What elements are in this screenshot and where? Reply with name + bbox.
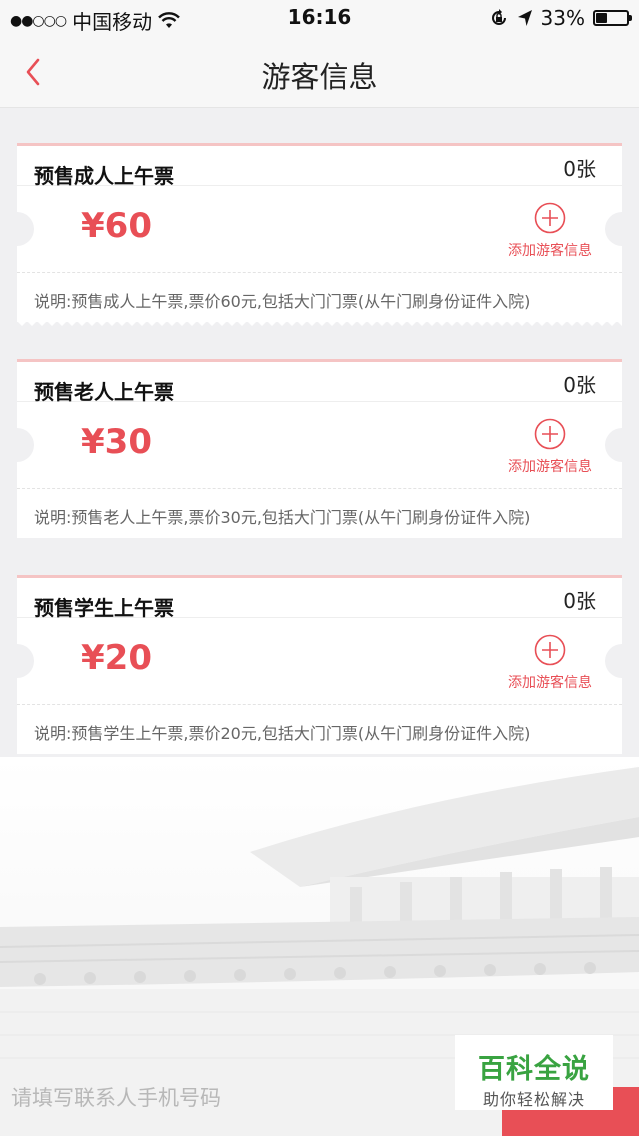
ticket-header: 预售老人上午票 0张 — [17, 362, 622, 404]
ticket-price: ¥60 — [81, 206, 152, 246]
battery-icon — [593, 10, 632, 26]
ticket-body: ¥60 添加游客信息 — [0, 186, 639, 273]
add-visitor-button[interactable]: 添加游客信息 — [500, 634, 600, 692]
ticket-notch — [605, 644, 639, 678]
ticket-name: 预售学生上午票 — [34, 596, 174, 620]
rotation-lock-icon — [491, 9, 506, 25]
watermark-title: 百科全说 — [478, 1054, 590, 1085]
add-visitor-button[interactable]: 添加游客信息 — [500, 202, 600, 260]
ticket-card-student: 预售学生上午票 0张 ¥20 添加游客信息 说明:预售学生上午票,票价20元,包… — [0, 575, 639, 754]
ticket-price: ¥20 — [81, 638, 152, 678]
add-visitor-label: 添加游客信息 — [508, 243, 592, 259]
ticket-notch — [605, 212, 639, 246]
ticket-body: ¥30 添加游客信息 — [0, 402, 639, 489]
ticket-count: 0张 — [563, 589, 596, 613]
ticket-price: ¥30 — [81, 422, 152, 462]
plus-circle-icon — [534, 418, 566, 450]
ticket-header: 预售成人上午票 0张 — [17, 146, 622, 188]
plus-circle-icon — [534, 634, 566, 666]
add-visitor-label: 添加游客信息 — [508, 459, 592, 475]
location-arrow-icon — [517, 10, 532, 26]
watermark-subtitle: 助你轻松解决 — [482, 1090, 585, 1109]
ticket-description: 说明:预售学生上午票,票价20元,包括大门门票(从午门刷身份证件入院) — [34, 724, 531, 743]
contact-phone-input[interactable] — [0, 1070, 500, 1126]
ticket-notch — [0, 212, 34, 246]
watermark-logo: 百科全说 助你轻松解决 — [455, 1035, 613, 1110]
add-visitor-button[interactable]: 添加游客信息 — [500, 418, 600, 476]
ticket-notch — [0, 644, 34, 678]
ticket-notch — [605, 428, 639, 462]
ticket-card-adult: 预售成人上午票 0张 ¥60 添加游客信息 说明:预售成人上午票,票价60元,包… — [0, 143, 639, 326]
page-title: 游客信息 — [261, 60, 378, 94]
ticket-edge — [17, 321, 622, 326]
battery-percent: 33% — [540, 6, 585, 30]
ticket-notch — [0, 428, 34, 462]
ticket-body: ¥20 添加游客信息 — [0, 618, 639, 705]
ticket-description: 说明:预售老人上午票,票价30元,包括大门门票(从午门刷身份证件入院) — [34, 508, 531, 527]
ticket-description: 说明:预售成人上午票,票价60元,包括大门门票(从午门刷身份证件入院) — [34, 292, 531, 311]
ticket-name: 预售成人上午票 — [34, 164, 174, 188]
status-right: 33% — [489, 6, 632, 30]
status-bar: ●●○○○ 中国移动 16:16 33% — [0, 0, 639, 36]
add-visitor-label: 添加游客信息 — [508, 675, 592, 691]
ticket-count: 0张 — [563, 157, 596, 181]
ticket-card-senior: 预售老人上午票 0张 ¥30 添加游客信息 说明:预售老人上午票,票价30元,包… — [0, 359, 639, 538]
plus-circle-icon — [534, 202, 566, 234]
ticket-name: 预售老人上午票 — [34, 380, 174, 404]
ticket-count: 0张 — [563, 373, 596, 397]
navigation-bar: 游客信息 — [0, 36, 639, 108]
ticket-header: 预售学生上午票 0张 — [17, 578, 622, 620]
battery-level — [596, 13, 607, 23]
